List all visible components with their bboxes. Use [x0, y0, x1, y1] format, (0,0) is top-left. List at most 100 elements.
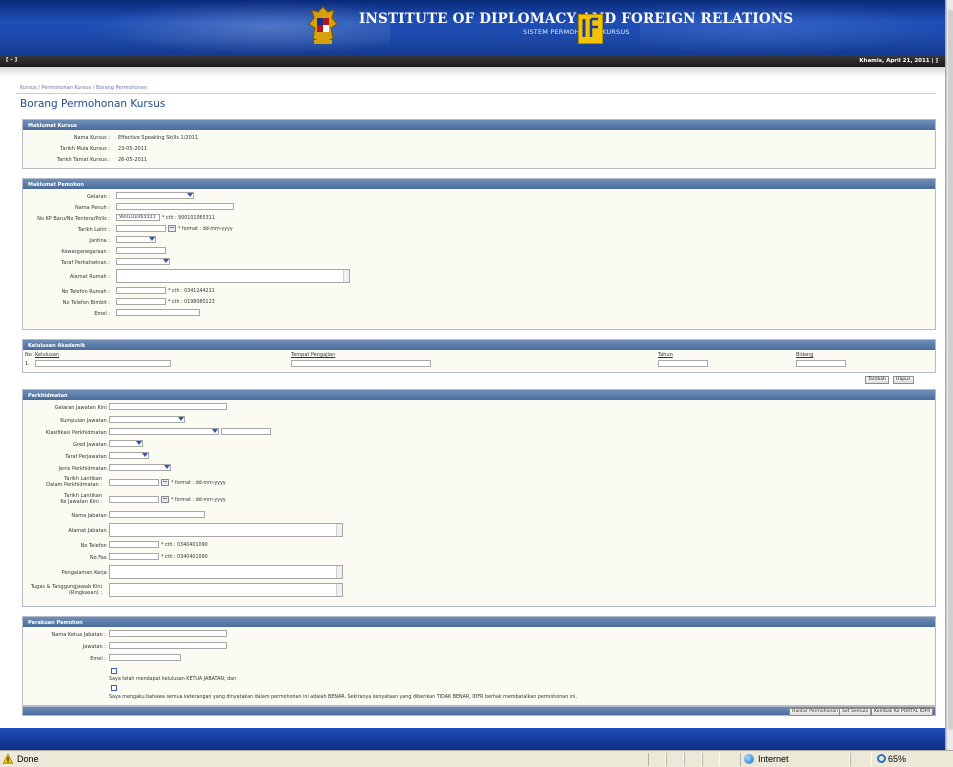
scrollbar[interactable]	[336, 524, 342, 536]
declaration-perakuan: Saya mengaku bahawa semua keterangan yan…	[109, 695, 578, 700]
kelulusan-input[interactable]	[35, 360, 171, 367]
scrollbar[interactable]	[343, 270, 349, 282]
kewarganegaraan-input[interactable]	[116, 247, 166, 254]
nama-ketua-input[interactable]	[109, 630, 227, 637]
chevron-down-icon	[163, 465, 170, 470]
label-pengalaman: Pengalaman Kerja :	[61, 570, 110, 576]
tugas-textarea[interactable]	[109, 583, 343, 597]
label-tel-bimbit: No Telefon Bimbit :	[62, 300, 110, 306]
status-zone-cell	[740, 753, 850, 766]
label-tarikh-mula: Tarikh Mula Kursus :	[60, 146, 110, 152]
no-telefon-input[interactable]	[109, 541, 159, 548]
value-tarikh-mula: 23-05-2011	[118, 146, 148, 152]
label-jantina: Jantina :	[89, 238, 110, 244]
checkbox-perakuan[interactable]	[111, 685, 117, 691]
emel-input[interactable]	[116, 309, 200, 316]
no-fax-hint: * cth : 0340401090	[161, 555, 208, 561]
chevron-down-icon	[186, 193, 193, 198]
gelaran-select[interactable]	[116, 192, 194, 199]
col-header-no: No	[25, 352, 32, 358]
klasifikasi-select[interactable]	[109, 428, 219, 435]
zoom-icon[interactable]	[877, 754, 886, 763]
breadcrumb[interactable]: Kursus / Permohonan Kursus / Borang Perm…	[20, 85, 147, 91]
breadcrumb-divider	[16, 93, 936, 94]
label-kumpulan-jawatan: Kumpulan Jawatan :	[60, 418, 110, 424]
label-gelaran: Gelaran :	[87, 194, 110, 200]
label-no-kp: No KP Baru/No Tentera/Polis :	[37, 216, 110, 222]
warning-icon[interactable]	[3, 754, 13, 764]
section-heading: Perakuan Pemohon	[23, 617, 935, 627]
tel-rumah-input[interactable]	[116, 287, 166, 294]
menu-toggle[interactable]: [ - ]	[6, 57, 17, 63]
label-taraf-perjawatan: Taraf Perjawatan :	[65, 454, 110, 460]
hantar-permohonan-button[interactable]: Hantar Permohonan	[789, 707, 842, 716]
jawatan-input[interactable]	[109, 642, 227, 649]
browser-status-bar: Done Internet 65%	[0, 750, 953, 767]
tahun-input[interactable]	[658, 360, 708, 367]
tambah-button[interactable]: Tambah	[865, 376, 889, 384]
label-alamat-rumah: Alamat Rumah :	[69, 274, 110, 280]
alamat-rumah-textarea[interactable]	[116, 269, 350, 283]
col-header-kelulusan[interactable]: Kelulusan	[35, 352, 59, 358]
tempat-pengajian-input[interactable]	[291, 360, 431, 367]
label-gelaran-jawatan: Gelaran Jawatan Kini :	[54, 405, 110, 411]
kumpulan-jawatan-select[interactable]	[109, 416, 185, 423]
chevron-down-icon	[148, 237, 155, 242]
taraf-perjawatan-select[interactable]	[109, 452, 149, 459]
alamat-jabatan-textarea[interactable]	[109, 523, 343, 537]
section-kelulusan-akademik: Kelulusan Akademik No Kelulusan Tempat P…	[22, 339, 936, 373]
chevron-down-icon	[135, 441, 142, 446]
pengalaman-textarea[interactable]	[109, 565, 343, 579]
label-tarikh-tamat: Tarikh Tamat Kursus :	[56, 157, 110, 163]
kembali-portal-button[interactable]: Kembali Ke PORTAL IDFR	[871, 707, 934, 716]
gred-select[interactable]	[109, 440, 143, 447]
bidang-input[interactable]	[796, 360, 846, 367]
scrollbar[interactable]	[336, 584, 342, 596]
calendar-icon[interactable]	[161, 479, 169, 486]
label-alamat-jabatan: Alamat Jabatan :	[68, 528, 110, 534]
tel-rumah-hint: * cth : 0341244211	[168, 289, 215, 295]
browser-viewport: INSTITUTE OF DIPLOMACY AND FOREIGN RELAT…	[0, 0, 946, 750]
tarikh-kini-hint: * format : dd-mm-yyyy	[171, 498, 226, 503]
col-header-bidang[interactable]: Bidang	[796, 352, 813, 358]
jenis-perkhidmatan-select[interactable]	[109, 464, 171, 471]
checkbox-kelulusan[interactable]	[111, 668, 117, 674]
chevron-down-icon	[211, 429, 218, 434]
section-perkhidmatan: Perkhidmatan Gelaran Jawatan Kini : Kump…	[22, 389, 936, 607]
calendar-icon[interactable]	[161, 496, 169, 503]
calendar-icon[interactable]	[168, 225, 176, 232]
tarikh-kini-input[interactable]	[109, 496, 159, 503]
set-semula-button[interactable]: Set Semula	[839, 707, 872, 716]
jantina-select[interactable]	[116, 236, 156, 243]
no-kp-hint: * cth : 900101065311	[162, 216, 215, 222]
scrollbar[interactable]	[336, 566, 342, 578]
tarikh-lahir-input[interactable]	[116, 225, 166, 232]
no-kp-input[interactable]: 900101063333	[116, 214, 160, 221]
gelaran-jawatan-input[interactable]	[109, 403, 227, 410]
scrollbar-thumb[interactable]	[948, 10, 953, 730]
label-no-telefon: No Telefon :	[80, 543, 110, 549]
col-header-tempat[interactable]: Tempat Pengajian	[291, 352, 335, 358]
hapus-button[interactable]: Hapus	[893, 376, 914, 384]
emel-ketua-input[interactable]	[109, 654, 181, 661]
col-header-tahun[interactable]: Tahun	[658, 352, 673, 358]
tarikh-lantikan-input[interactable]	[109, 479, 159, 486]
header-banner: INSTITUTE OF DIPLOMACY AND FOREIGN RELAT…	[0, 0, 945, 55]
no-fax-input[interactable]	[109, 553, 159, 560]
page-scrollbar[interactable]	[946, 0, 953, 750]
section-heading: Maklumat Kursus	[23, 120, 935, 130]
header-wave	[0, 67, 945, 77]
label-tel-rumah: No Telefon Rumah :	[61, 289, 110, 295]
taraf-perkahwinan-select[interactable]	[116, 258, 170, 265]
nama-penuh-input[interactable]	[116, 203, 234, 210]
tel-bimbit-input[interactable]	[116, 298, 166, 305]
zoom-level[interactable]: 65%	[888, 754, 906, 764]
label-klasifikasi: Klasifikasi Perkhidmatan :	[45, 430, 110, 436]
label-nama-kursus: Nama Kursus :	[73, 135, 110, 141]
section-heading: Perkhidmatan	[23, 390, 935, 400]
nama-jabatan-input[interactable]	[109, 511, 205, 518]
label-gred: Gred Jawatan :	[73, 442, 110, 448]
banner-glow	[90, 0, 390, 55]
klasifikasi-input[interactable]	[221, 428, 271, 435]
section-perakuan-pemohon: Perakuan Pemohon Nama Ketua Jabatan : Ja…	[22, 616, 936, 706]
